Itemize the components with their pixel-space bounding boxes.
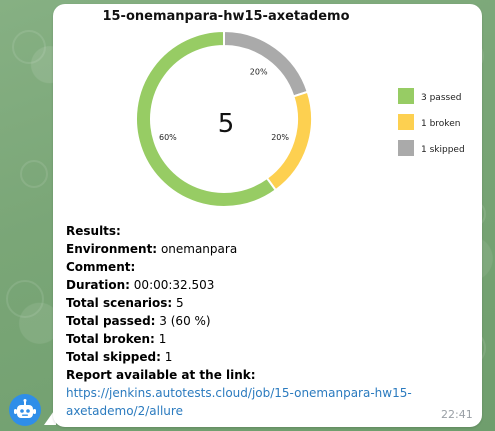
chart-legend: 3 passed 1 broken 1 skipped	[398, 88, 465, 156]
duration-label: Duration:	[66, 278, 130, 292]
total-broken-value: 1	[158, 332, 167, 346]
total-skipped-label: Total skipped:	[66, 350, 161, 364]
environment-row: Environment: onemanpara	[66, 240, 466, 258]
wallpaper-doodle	[6, 280, 44, 318]
bot-avatar[interactable]	[9, 394, 41, 426]
total-skipped-row: Total skipped: 1	[66, 348, 466, 366]
chart-slice-skipped	[223, 29, 309, 98]
chart-slice-passed	[135, 29, 278, 208]
results-header-row: Results:	[66, 222, 466, 240]
legend-label-broken: 1 broken	[421, 119, 460, 129]
wallpaper-doodle	[20, 160, 48, 188]
total-passed-row: Total passed: 3 (60 %)	[66, 312, 466, 330]
total-passed-label: Total passed:	[66, 314, 156, 328]
comment-row: Comment:	[66, 258, 466, 276]
total-broken-row: Total broken: 1	[66, 330, 466, 348]
chart-slice-label-skipped: 20%	[250, 67, 268, 76]
wallpaper-doodle	[12, 30, 46, 64]
legend-swatch-skipped	[398, 140, 414, 156]
chart-title: 15-onemanpara-hw15-axetademo	[102, 9, 349, 24]
report-label: Report available at the link:	[66, 368, 256, 382]
report-link[interactable]: https://jenkins.autotests.cloud/job/15-o…	[66, 384, 426, 420]
allure-pie-chart: 15-onemanpara-hw15-axetademo 20% 20% 60% 5…	[102, 9, 465, 208]
legend-swatch-broken	[398, 114, 414, 130]
environment-value: onemanpara	[160, 242, 238, 256]
results-header: Results:	[66, 224, 121, 238]
comment-label: Comment:	[66, 260, 136, 274]
duration-value: 00:00:32.503	[133, 278, 215, 292]
total-scenarios-label: Total scenarios:	[66, 296, 173, 310]
report-row: Report available at the link:	[66, 366, 466, 384]
total-skipped-value: 1	[164, 350, 173, 364]
robot-icon	[14, 399, 36, 418]
chart-center-total: 5	[218, 109, 235, 139]
legend-label-passed: 3 passed	[421, 93, 461, 103]
message-time: 22:41	[441, 408, 473, 421]
legend-label-skipped: 1 skipped	[421, 145, 465, 155]
environment-label: Environment:	[66, 242, 158, 256]
chart-slice-label-broken: 20%	[271, 133, 289, 142]
total-broken-label: Total broken:	[66, 332, 155, 346]
chart-slice-label-passed: 60%	[159, 133, 177, 142]
total-scenarios-value: 5	[176, 296, 184, 310]
total-scenarios-row: Total scenarios: 5	[66, 294, 466, 312]
total-passed-value: 3 (60 %)	[159, 314, 211, 328]
duration-row: Duration: 00:00:32.503	[66, 276, 466, 294]
legend-swatch-passed	[398, 88, 414, 104]
results-block: Results: Environment: onemanpara Comment…	[66, 222, 466, 420]
